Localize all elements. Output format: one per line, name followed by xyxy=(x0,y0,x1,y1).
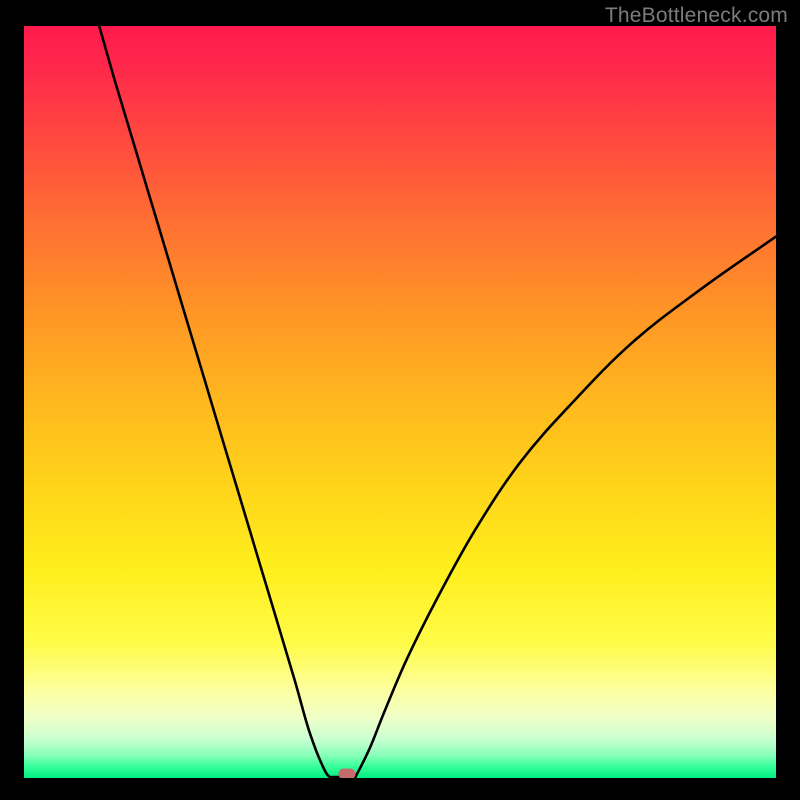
minimum-marker xyxy=(339,769,356,779)
chart-frame: TheBottleneck.com xyxy=(0,0,800,800)
curve-path xyxy=(99,26,776,778)
plot-area xyxy=(24,26,776,778)
bottleneck-curve xyxy=(24,26,776,778)
watermark-text: TheBottleneck.com xyxy=(605,4,788,28)
